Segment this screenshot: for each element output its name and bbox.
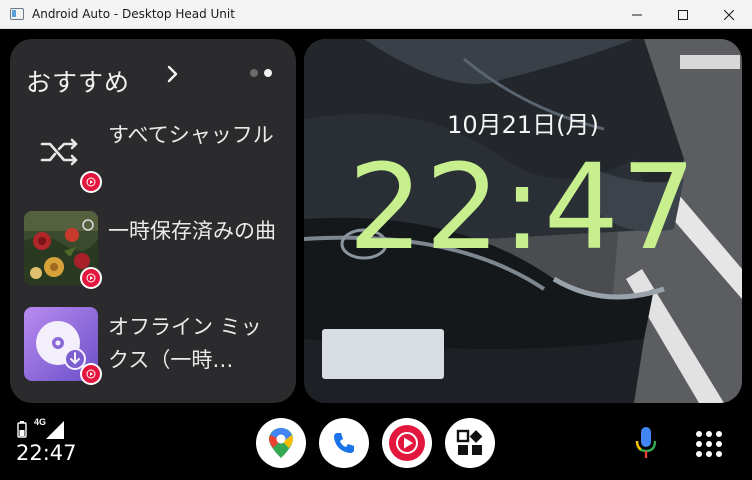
signal-icon: [46, 421, 64, 439]
page-dot-2: [264, 69, 272, 77]
clock-time: 22:47: [347, 138, 699, 276]
phone-button[interactable]: [319, 418, 369, 468]
window-title-bar: Android Auto - Desktop Head Unit: [0, 0, 752, 29]
app-window-icon: [10, 8, 24, 20]
youtube-music-icon: [389, 425, 425, 461]
clock-date: 10月21日(月): [447, 111, 599, 139]
minimize-button[interactable]: [614, 0, 660, 29]
maximize-button[interactable]: [660, 0, 706, 29]
rec-item-label: すべてシャッフル: [108, 123, 274, 147]
maximize-icon: [678, 9, 688, 20]
window-title: Android Auto - Desktop Head Unit: [32, 7, 235, 21]
page-indicator: [250, 69, 272, 77]
app-launcher-icon[interactable]: [694, 429, 724, 459]
head-unit-screen: おすすめ すべてシャッフル 一時保存済みの曲 オフライン ミックス（一時… 10…: [0, 29, 752, 480]
battery-icon: [17, 421, 27, 438]
rec-item-label: オフライン ミックス（一時…: [108, 315, 262, 372]
youtube-music-icon: [86, 177, 96, 187]
youtube-music-badge: [80, 267, 102, 289]
phone-icon: [334, 433, 354, 453]
google-maps-icon: [269, 428, 293, 458]
rec-item-offline-mix[interactable]: オフライン ミックス（一時…: [24, 307, 284, 385]
close-icon: [724, 9, 734, 20]
clock-card[interactable]: 10月21日(月) 22:47: [304, 39, 742, 403]
youtube-music-icon: [86, 273, 96, 283]
recommendations-title[interactable]: おすすめ: [26, 63, 130, 99]
microphone-icon[interactable]: [632, 425, 660, 461]
rec-item-label: 一時保存済みの曲: [108, 219, 276, 243]
page-dot-1: [250, 69, 258, 77]
rec-item-shuffle-all[interactable]: すべてシャッフル: [24, 115, 284, 193]
minimize-icon: [632, 14, 642, 15]
youtube-music-badge: [80, 363, 102, 385]
apps-widget-icon: [456, 429, 483, 455]
youtube-music-icon: [86, 369, 96, 379]
close-button[interactable]: [706, 0, 752, 29]
apps-widget-button[interactable]: [445, 418, 495, 468]
rec-item-cached-songs[interactable]: 一時保存済みの曲: [24, 211, 284, 289]
youtube-music-badge: [80, 171, 102, 193]
maps-button[interactable]: [256, 418, 306, 468]
status-time: 22:47: [16, 441, 77, 465]
youtube-music-button[interactable]: [382, 418, 432, 468]
recommendations-card[interactable]: おすすめ すべてシャッフル 一時保存済みの曲 オフライン ミックス（一時…: [10, 39, 296, 403]
chevron-right-icon[interactable]: [164, 61, 182, 87]
